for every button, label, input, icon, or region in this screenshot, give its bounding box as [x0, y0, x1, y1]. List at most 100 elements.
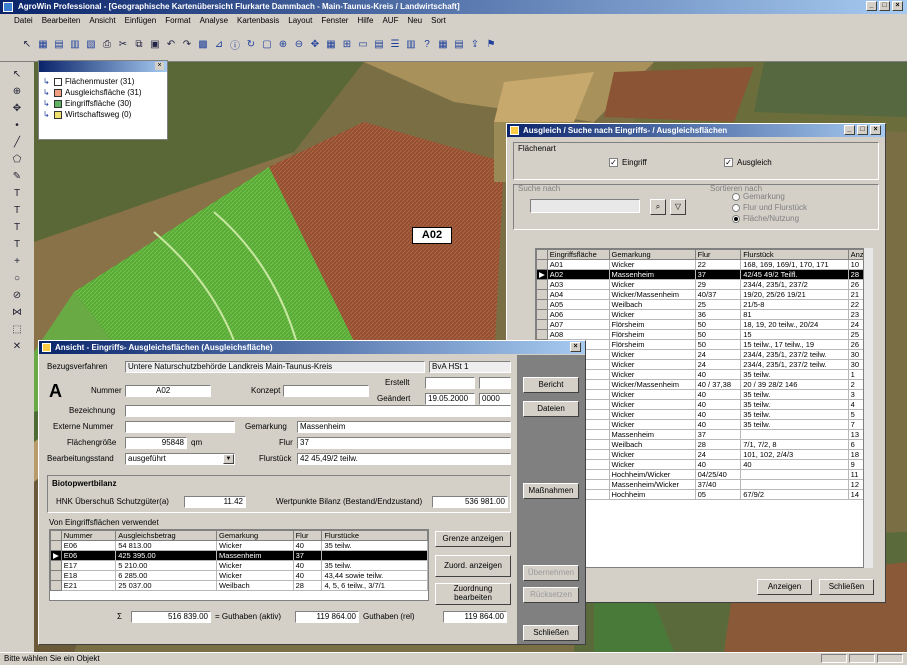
menu-item[interactable]: Bearbeiten — [42, 16, 81, 25]
detail-close-button[interactable]: × — [570, 342, 581, 352]
menu-item[interactable]: Hilfe — [357, 16, 373, 25]
search-maximize-button[interactable]: □ — [857, 125, 868, 135]
table-row[interactable]: A22Hochheim/Wicker04/25/4011 — [536, 469, 870, 480]
map-icon[interactable]: ▩ — [196, 37, 210, 51]
edit-icon[interactable]: ✎ — [10, 170, 24, 184]
table-row[interactable]: A23Massenheim/Wicker37/4012 — [536, 479, 870, 490]
geaendert-extra-field[interactable]: 0000 — [479, 393, 511, 405]
text3-icon[interactable]: T — [10, 221, 24, 235]
table-row[interactable]: A17Wicker4035 teilw.7 — [536, 419, 870, 430]
table-row[interactable]: A24Hochheim0567/9/214 — [536, 489, 870, 500]
zoom-out-icon[interactable]: ⊖ — [292, 37, 306, 51]
pointer-tool-icon[interactable]: ↖ — [20, 37, 34, 51]
full-extent-icon[interactable]: ⊞ — [340, 37, 354, 51]
flag-icon[interactable]: ⚑ — [484, 37, 498, 51]
legend-item[interactable]: ↳ Flächenmuster (31) — [39, 76, 167, 87]
eingriff-table[interactable]: Nummer Ausgleichsbetrag Gemarkung Flur Flurs… — [49, 529, 429, 601]
ruecksetzen-button[interactable]: Rücksetzen — [523, 587, 579, 603]
cut-icon[interactable]: ✂ — [116, 37, 130, 51]
maximize-button[interactable]: □ — [879, 1, 890, 11]
text4-icon[interactable]: T — [10, 238, 24, 252]
chart-icon[interactable]: ▥ — [404, 37, 418, 51]
erstellt-extra-field[interactable] — [479, 377, 511, 389]
draw-point-icon[interactable]: • — [10, 119, 24, 133]
search-binoculars-button[interactable]: ⌕ — [650, 199, 666, 215]
text2-icon[interactable]: T — [10, 204, 24, 218]
menu-item[interactable]: Neu — [407, 16, 422, 25]
column-header[interactable]: Gemarkung — [608, 249, 696, 260]
flur-field[interactable]: 37 — [297, 437, 511, 449]
table-row[interactable]: E06 54 813.00 Wicker 40 35 teilw. — [50, 540, 428, 551]
table-row[interactable]: A13Wicker/Massenheim40 / 37,3820 / 39 28… — [536, 379, 870, 390]
column-header[interactable]: Flur — [292, 530, 323, 541]
table-row[interactable]: A06 Wicker 36 81 23 — [536, 309, 870, 320]
menu-item[interactable]: Ansicht — [89, 16, 115, 25]
detail-schliessen-button[interactable]: Schließen — [523, 625, 579, 641]
table-row[interactable]: A18Massenheim3713 — [536, 429, 870, 440]
table-icon[interactable]: ▧ — [84, 37, 98, 51]
table-row[interactable]: A14Wicker4035 teilw.3 — [536, 389, 870, 400]
geaendert-field[interactable]: 19.05.2000 — [425, 393, 475, 405]
legend-item[interactable]: ↳ Wirtschaftsweg (0) — [39, 109, 167, 120]
refresh-icon[interactable]: ↻ — [244, 37, 258, 51]
select-tool-icon[interactable]: ▦ — [36, 37, 50, 51]
bearbeitung-select[interactable]: ausgeführt — [125, 453, 235, 465]
konzept-field[interactable] — [283, 385, 369, 397]
legend-icon[interactable]: ☰ — [388, 37, 402, 51]
legend-item[interactable]: ↳ Eingriffsfläche (30) — [39, 98, 167, 109]
table-row[interactable]: A20Wicker24101, 102, 2/4/318 — [536, 449, 870, 460]
column-header[interactable]: Gemarkung — [215, 530, 294, 541]
biotop-field-2[interactable]: 536 981.00 — [432, 496, 508, 508]
table-row[interactable]: A05 Weilbach 25 21/5-8 22 — [536, 299, 870, 310]
column-header[interactable]: Ausgleichsbetrag — [115, 530, 217, 541]
ausgleich-checkbox[interactable]: ✓ Ausgleich — [724, 157, 772, 169]
plus-icon[interactable]: + — [10, 255, 24, 269]
ruler-icon[interactable]: ▦ — [436, 37, 450, 51]
sort-radio[interactable]: Fläche/Nutzung — [732, 213, 807, 224]
layer-icon[interactable]: ▤ — [52, 37, 66, 51]
select-icon[interactable]: ⬚ — [10, 323, 24, 337]
measure-icon[interactable]: ⊿ — [212, 37, 226, 51]
zuordnung-bearbeiten-button[interactable]: Zuordnung bearbeiten — [435, 583, 511, 605]
zuord-anzeigen-button[interactable]: Zuord. anzeigen — [435, 555, 511, 577]
grenze-anzeigen-button[interactable]: Grenze anzeigen — [435, 531, 511, 547]
frame-icon[interactable]: ▢ — [260, 37, 274, 51]
table-row[interactable]: A21Wicker40409 — [536, 459, 870, 470]
menu-item[interactable]: Fenster — [321, 16, 348, 25]
layout-icon[interactable]: ▤ — [372, 37, 386, 51]
redo-icon[interactable]: ↷ — [180, 37, 194, 51]
menu-item[interactable]: Datei — [14, 16, 33, 25]
gemarkung-field[interactable]: Massenheim — [297, 421, 511, 433]
close-button[interactable]: × — [892, 1, 903, 11]
menu-item[interactable]: Sort — [431, 16, 446, 25]
menu-item[interactable]: Kartenbasis — [237, 16, 279, 25]
legend-item[interactable]: ↳ Ausgleichsfläche (31) — [39, 87, 167, 98]
sort-radio[interactable]: Flur und Flurstück — [732, 202, 807, 213]
externe-nummer-field[interactable] — [125, 421, 235, 433]
column-header[interactable]: Flurstücke — [321, 530, 428, 541]
export-icon[interactable]: ⇪ — [468, 37, 482, 51]
search-scrollbar[interactable] — [863, 248, 873, 568]
map-marker-label[interactable]: A02 — [412, 227, 452, 244]
search-close-button[interactable]: × — [870, 125, 881, 135]
kreis-field[interactable]: BvA HSt 1 — [429, 361, 511, 373]
guthaben-field[interactable]: 119 864.00 — [295, 611, 359, 623]
pan-tool-icon[interactable]: ✥ — [10, 102, 24, 116]
search-minimize-button[interactable]: _ — [844, 125, 855, 135]
table-row[interactable]: A11Wicker24234/4, 235/1, 237/2 teilw.30 — [536, 359, 870, 370]
delete-icon[interactable]: ✕ — [10, 340, 24, 354]
grid-icon[interactable]: ▥ — [68, 37, 82, 51]
eingriff-checkbox[interactable]: ✓ Eingriff — [609, 157, 647, 169]
flaeche-field[interactable]: 95848 — [125, 437, 187, 449]
zoom-in-icon[interactable]: ⊕ — [276, 37, 290, 51]
table-row[interactable]: A01 Wicker 22 168, 169, 169/1, 170, 171 10 — [536, 259, 870, 270]
column-header[interactable]: Flur — [694, 249, 742, 260]
bezeichnung-field[interactable] — [125, 405, 511, 417]
dateien-button[interactable]: Dateien — [523, 401, 579, 417]
sum-field[interactable]: 516 839.00 — [131, 611, 211, 623]
table-row[interactable]: E18 6 285.00 Wicker 40 43,44 sowie teilw. — [50, 570, 428, 581]
table-row[interactable]: A08 Flörsheim 50 15 25 — [536, 329, 870, 340]
table-row[interactable]: A19Weilbach287/1, 7/2, 86 — [536, 439, 870, 450]
draw-poly-icon[interactable]: ⬠ — [10, 153, 24, 167]
table-row[interactable]: A10Wicker24234/4, 235/1, 237/2 teilw.30 — [536, 349, 870, 360]
